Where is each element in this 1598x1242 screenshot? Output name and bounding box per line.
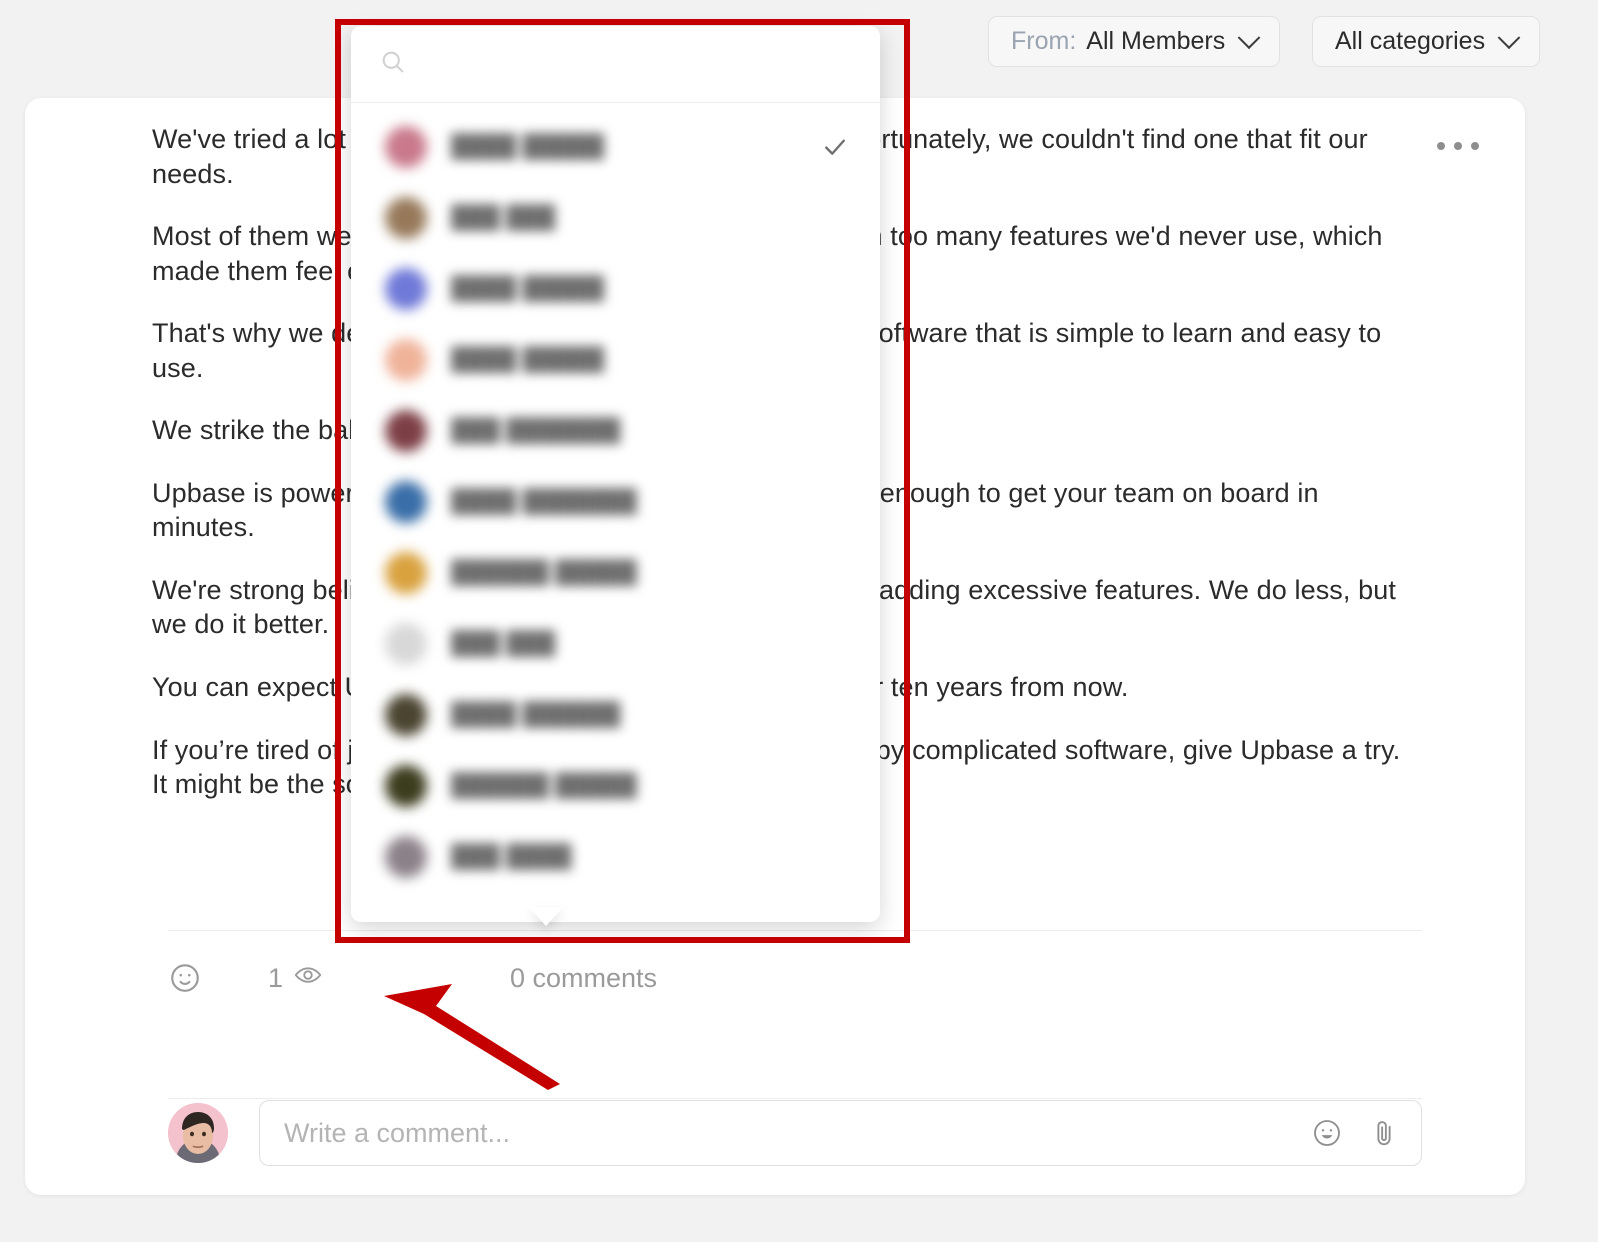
view-count-button[interactable]: 1 [268,943,323,1013]
ellipsis-dot-icon [1454,142,1462,150]
attach-file-button[interactable] [1369,1118,1399,1148]
member-name: ████ ███████ [451,488,637,514]
member-name: ███ ███ [451,204,556,230]
member-avatar [385,622,427,665]
member-list-item[interactable]: ████ █████ [351,324,880,395]
member-name: ████ █████ [451,133,605,159]
member-name: ███ ████ [451,843,572,869]
member-name: ████ ██████ [451,701,621,727]
member-avatar [385,480,427,523]
member-list-item[interactable]: ████ ███████ [351,466,880,537]
chevron-down-icon [1237,25,1261,49]
member-avatar [385,267,427,310]
member-name: ███ ███████ [451,417,621,443]
member-list[interactable]: ████ █████ ███ ███ ████ █████ ████ █████ ███… [351,103,880,922]
search-icon [379,48,407,81]
member-list-item[interactable]: ██████ █████ [351,750,880,821]
member-list-item[interactable]: ███ ███ [351,182,880,253]
member-avatar [385,551,427,594]
comment-input[interactable] [282,1116,1311,1150]
post-more-options-button[interactable] [1429,134,1487,158]
member-list-item[interactable]: ████ ██████ [351,679,880,750]
member-list-item[interactable]: ███ ███ [351,608,880,679]
member-avatar [385,409,427,452]
category-filter-value: All categories [1335,27,1486,55]
comment-composer [168,1088,1422,1178]
from-filter-prefix: From: [1011,27,1077,55]
member-name: ████ █████ [451,275,605,301]
comments-count-label: 0 comments [510,962,658,993]
eye-icon [293,960,323,997]
ellipsis-dot-icon [1471,142,1479,150]
member-avatar [385,835,427,878]
member-name: ██████ █████ [451,559,637,585]
member-avatar [385,693,427,736]
from-filter-value: All Members [1086,27,1226,55]
member-name: ████ █████ [451,346,605,372]
comment-input-wrapper[interactable] [259,1100,1422,1166]
view-count-value: 1 [268,962,284,993]
member-avatar [385,125,427,168]
check-icon [818,132,852,162]
all-categories-filter[interactable]: All categories [1312,16,1541,67]
member-list-item[interactable]: ████ █████ [351,253,880,324]
member-list-item[interactable]: ███ ████ [351,821,880,892]
ellipsis-dot-icon [1437,142,1445,150]
member-name: ██████ █████ [451,772,637,798]
dropdown-pointer-tail [529,907,563,926]
member-avatar [385,196,427,239]
add-reaction-button[interactable] [168,961,224,995]
member-search-row[interactable] [351,26,880,103]
meta-divider [168,930,1422,931]
member-list-item[interactable]: ███ ███████ [351,395,880,466]
member-name: ███ ███ [451,630,556,656]
member-list-item[interactable]: ████ █████ [351,111,880,182]
member-avatar [385,338,427,381]
from-members-filter[interactable]: From: All Members [988,16,1281,67]
member-avatar [385,764,427,807]
chevron-down-icon [1497,25,1521,49]
emoji-picker-button[interactable] [1311,1117,1343,1149]
member-list-item[interactable]: ██████ █████ [351,537,880,608]
member-search-input[interactable] [423,49,852,79]
avatar [168,1103,228,1163]
reaction-bar [168,943,224,1013]
member-filter-dropdown: ████ █████ ███ ███ ████ █████ ████ █████ ███… [351,26,880,922]
